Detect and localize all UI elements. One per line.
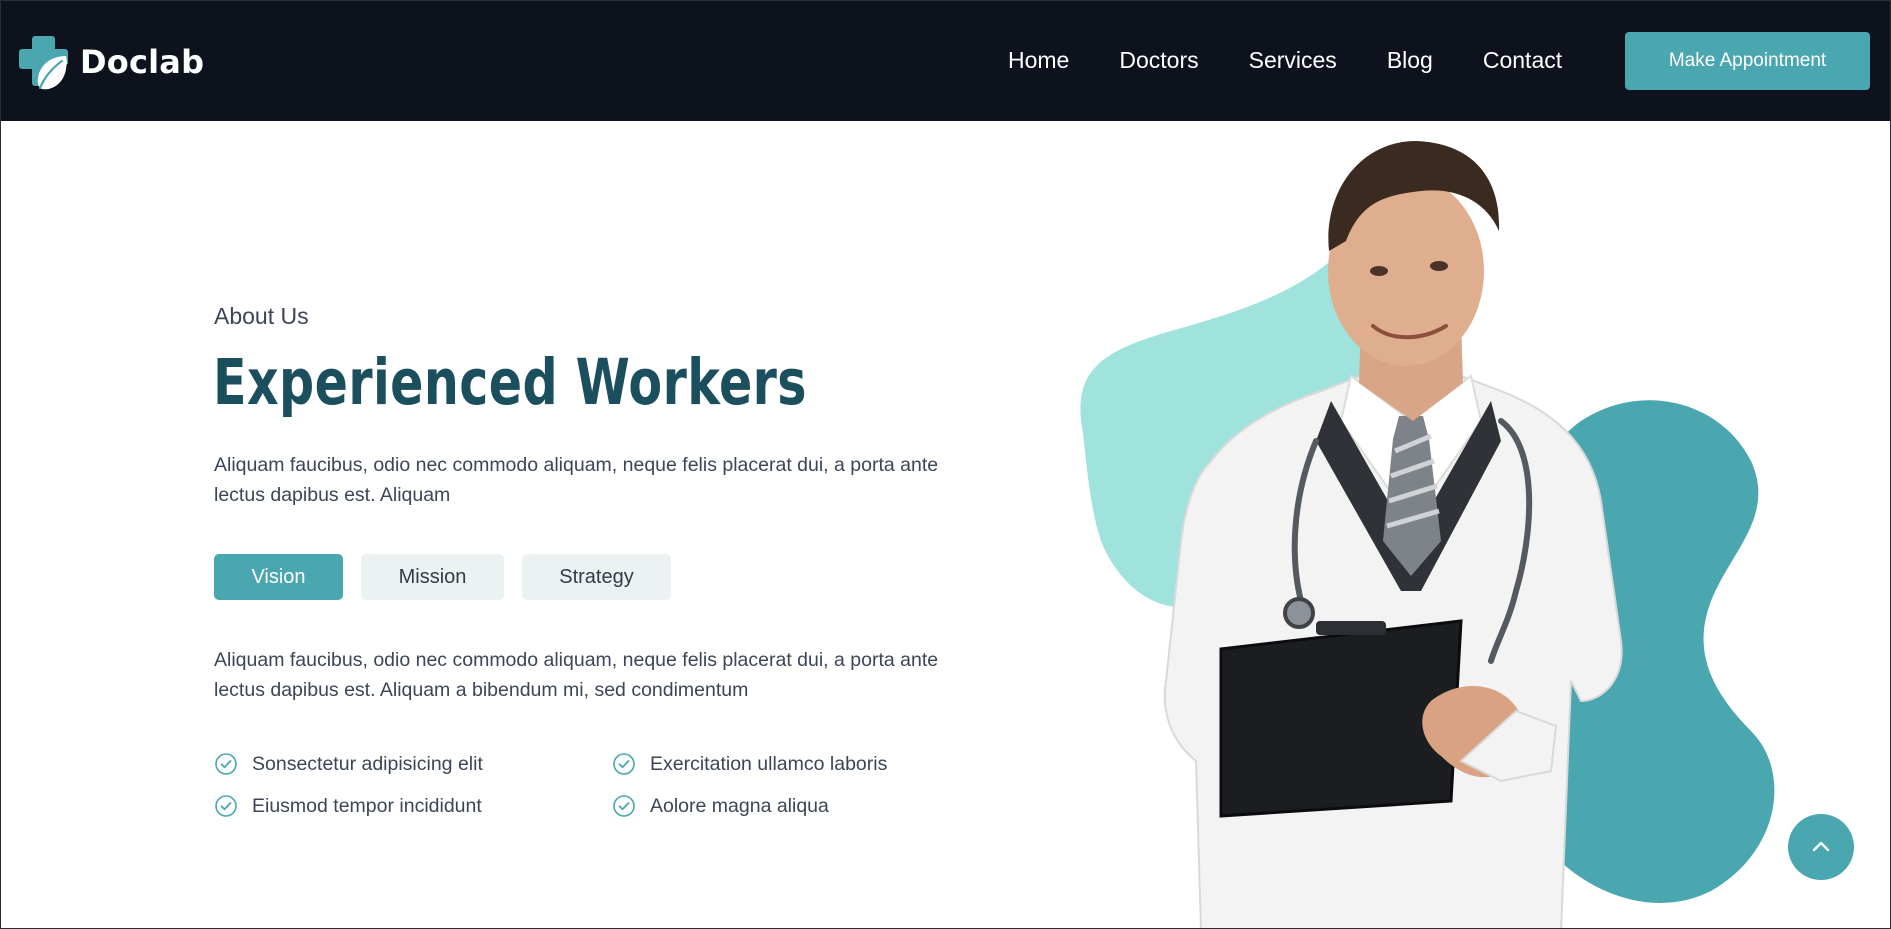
section-title: Experienced Workers bbox=[213, 346, 807, 419]
nav-home[interactable]: Home bbox=[1008, 45, 1069, 75]
section-eyebrow: About Us bbox=[214, 303, 309, 329]
check-circle-icon bbox=[613, 753, 635, 775]
feature-item: Sonsectetur adipisicing elit bbox=[214, 751, 612, 777]
check-circle-icon bbox=[613, 795, 635, 817]
brand[interactable]: Doclab bbox=[18, 34, 204, 90]
intro-paragraph: Aliquam faucibus, odio nec commodo aliqu… bbox=[214, 454, 939, 506]
tab-vision[interactable]: Vision bbox=[214, 554, 343, 600]
tab-mission[interactable]: Mission bbox=[361, 554, 504, 600]
feature-list: Sonsectetur adipisicing elit Exercitatio… bbox=[214, 751, 974, 819]
nav-contact[interactable]: Contact bbox=[1483, 45, 1562, 75]
about-tabs: Vision Mission Strategy bbox=[214, 554, 689, 600]
check-circle-icon bbox=[215, 753, 237, 775]
tab-strategy[interactable]: Strategy bbox=[522, 554, 671, 600]
nav-services[interactable]: Services bbox=[1249, 45, 1337, 75]
feature-item: Eiusmod tempor incididunt bbox=[214, 793, 612, 819]
feature-label: Sonsectetur adipisicing elit bbox=[252, 753, 483, 775]
tab-content-paragraph: Aliquam faucibus, odio nec commodo aliqu… bbox=[214, 649, 939, 701]
make-appointment-button[interactable]: Make Appointment bbox=[1625, 32, 1870, 90]
navbar: Doclab Home Doctors Services Blog Contac… bbox=[1, 1, 1890, 121]
page: Doclab Home Doctors Services Blog Contac… bbox=[0, 0, 1891, 929]
brand-name: Doclab bbox=[80, 43, 205, 81]
nav-doctors[interactable]: Doctors bbox=[1119, 45, 1198, 75]
feature-label: Eiusmod tempor incididunt bbox=[252, 795, 482, 817]
chevron-up-icon bbox=[1812, 841, 1830, 852]
main-nav: Home Doctors Services Blog Contact bbox=[1008, 45, 1612, 75]
feature-item: Aolore magna aliqua bbox=[612, 793, 972, 819]
check-circle-icon bbox=[215, 795, 237, 817]
feature-label: Aolore magna aliqua bbox=[650, 795, 829, 817]
feature-item: Exercitation ullamco laboris bbox=[612, 751, 972, 777]
scroll-to-top-button[interactable] bbox=[1788, 814, 1854, 880]
doctor-illustration bbox=[1080, 141, 1775, 928]
feature-label: Exercitation ullamco laboris bbox=[650, 753, 888, 775]
cross-leaf-logo-icon bbox=[19, 36, 68, 90]
nav-blog[interactable]: Blog bbox=[1387, 45, 1433, 75]
